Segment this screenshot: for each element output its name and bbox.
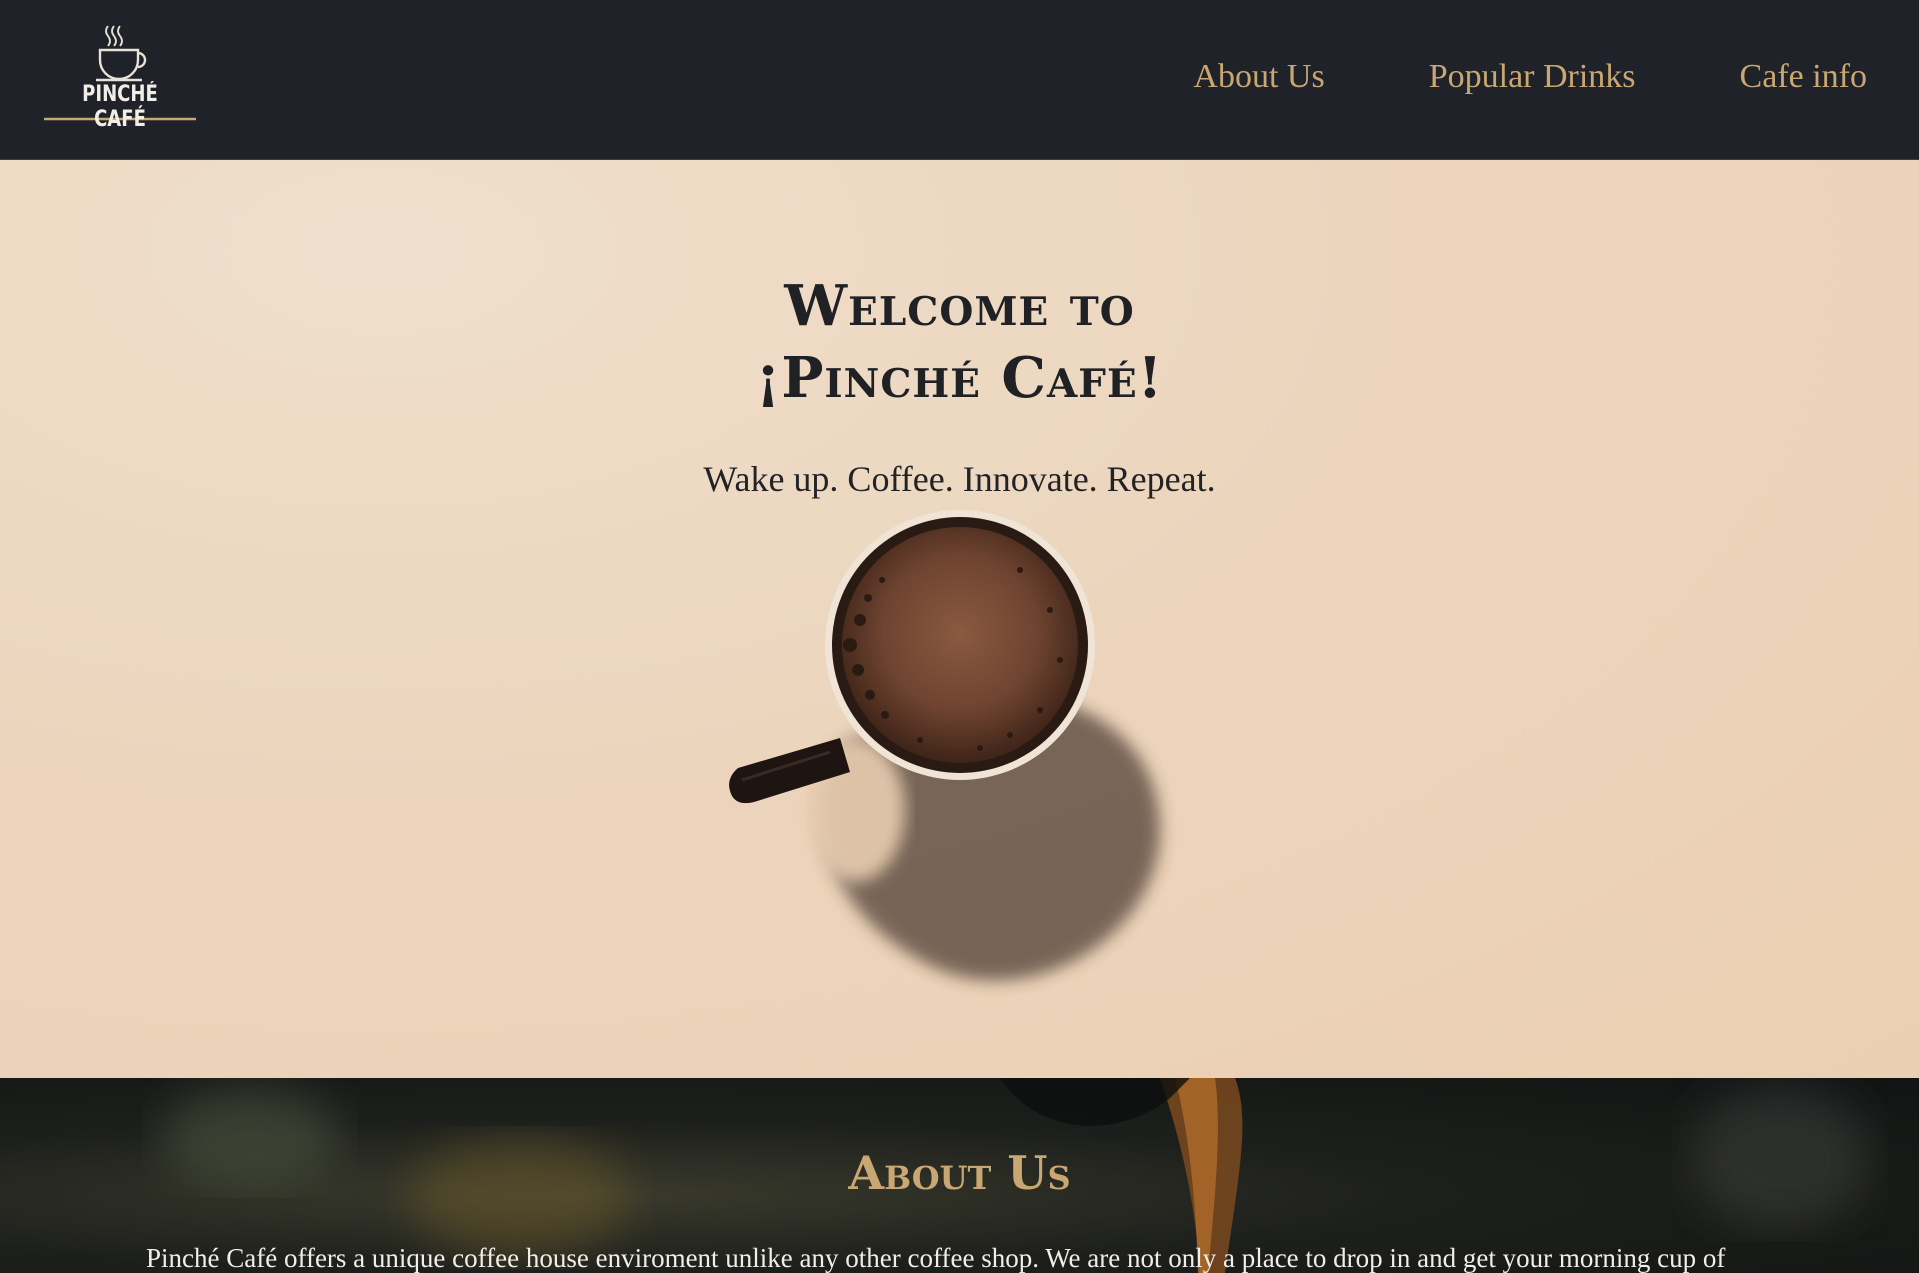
nav-about-us[interactable]: About Us — [1193, 58, 1324, 96]
about-section: About Us Pinché Café offers a unique cof… — [0, 1078, 1919, 1273]
hero-title: Welcome to ¡Pinché Café! — [0, 270, 1919, 414]
cafe-logo[interactable]: PINCHÉ CAFÉ — [44, 22, 196, 132]
about-text: Pinché Café offers a unique coffee house… — [146, 1243, 1726, 1273]
hero-title-line1: Welcome to — [784, 273, 1135, 339]
about-title: About Us — [848, 1146, 1071, 1200]
hero-subtitle: Wake up. Coffee. Innovate. Repeat. — [703, 459, 1216, 499]
hero-section: Welcome to ¡Pinché Café! Wake up. Coffee… — [0, 160, 1919, 1078]
logo-text: PINCHÉ CAFÉ — [82, 82, 158, 132]
hero-title-line2: ¡Pinché Café! — [755, 345, 1164, 411]
top-navbar: PINCHÉ CAFÉ About Us Popular Drinks Cafe… — [0, 0, 1919, 160]
nav-popular-drinks[interactable]: Popular Drinks — [1429, 58, 1636, 96]
coffee-cup-image — [729, 510, 1160, 981]
main-nav: About Us Popular Drinks Cafe info — [1193, 58, 1867, 96]
nav-cafe-info[interactable]: Cafe info — [1740, 58, 1867, 96]
